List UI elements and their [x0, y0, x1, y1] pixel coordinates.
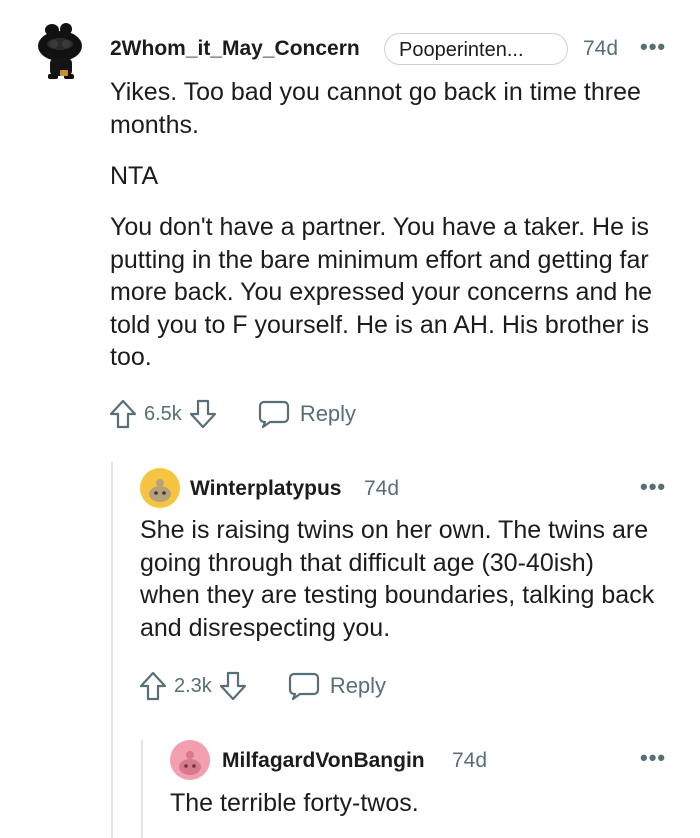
snoo-avatar-icon [38, 23, 82, 79]
reply-label: Reply [329, 673, 387, 698]
more-options-icon[interactable]: ••• [640, 745, 666, 771]
comment-reply-level-1: Winterplatypus 74d ••• She is raising tw… [0, 460, 700, 730]
comment-age: 74d [583, 37, 619, 60]
avatar[interactable] [36, 20, 86, 80]
vote-count: 2.3k [174, 674, 212, 697]
vote-control: 6.5k [108, 398, 218, 430]
username[interactable]: 2Whom_it_May_Concern [110, 37, 360, 61]
comment-paragraph: The terrible forty-twos. [170, 789, 419, 817]
upvote-icon[interactable] [108, 398, 138, 430]
username[interactable]: Winterplatypus [190, 477, 342, 501]
comment-actions: 2.3k Reply [138, 666, 386, 706]
comment-paragraph: Yikes. Too bad you cannot go back in tim… [110, 78, 641, 139]
comment-reply-level-2: MilfagardVonBangin 74d ••• The terrible … [0, 730, 700, 838]
more-options-icon[interactable]: ••• [640, 474, 666, 500]
vote-control: 2.3k [138, 670, 248, 702]
snoo-avatar-icon [179, 751, 201, 775]
reply-button[interactable]: Reply [288, 671, 386, 701]
user-flair: Pooperinten... [384, 33, 568, 65]
downvote-icon[interactable] [188, 398, 218, 430]
vote-count: 6.5k [144, 402, 182, 425]
snoo-avatar-icon [149, 479, 171, 502]
comment-age: 74d [452, 749, 488, 772]
upvote-icon[interactable] [138, 670, 168, 702]
reply-bubble-icon [288, 672, 319, 701]
comment-actions: 6.5k Reply [108, 394, 356, 434]
comment-top-level: 2Whom_it_May_Concern Pooperinten... 74d … [0, 0, 700, 460]
comment-age: 74d [364, 477, 400, 500]
comment-paragraph: She is raising twins on her own. The twi… [140, 516, 655, 642]
avatar[interactable] [170, 740, 210, 780]
downvote-icon[interactable] [218, 670, 248, 702]
reply-button[interactable]: Reply [258, 399, 356, 429]
reply-bubble-icon [258, 400, 289, 429]
avatar[interactable] [140, 468, 180, 508]
comment-paragraph: NTA [110, 162, 159, 190]
reply-label: Reply [299, 401, 357, 426]
more-options-icon[interactable]: ••• [640, 34, 666, 60]
comment-paragraph: You don't have a partner. You have a tak… [110, 213, 653, 371]
username[interactable]: MilfagardVonBangin [222, 749, 425, 773]
